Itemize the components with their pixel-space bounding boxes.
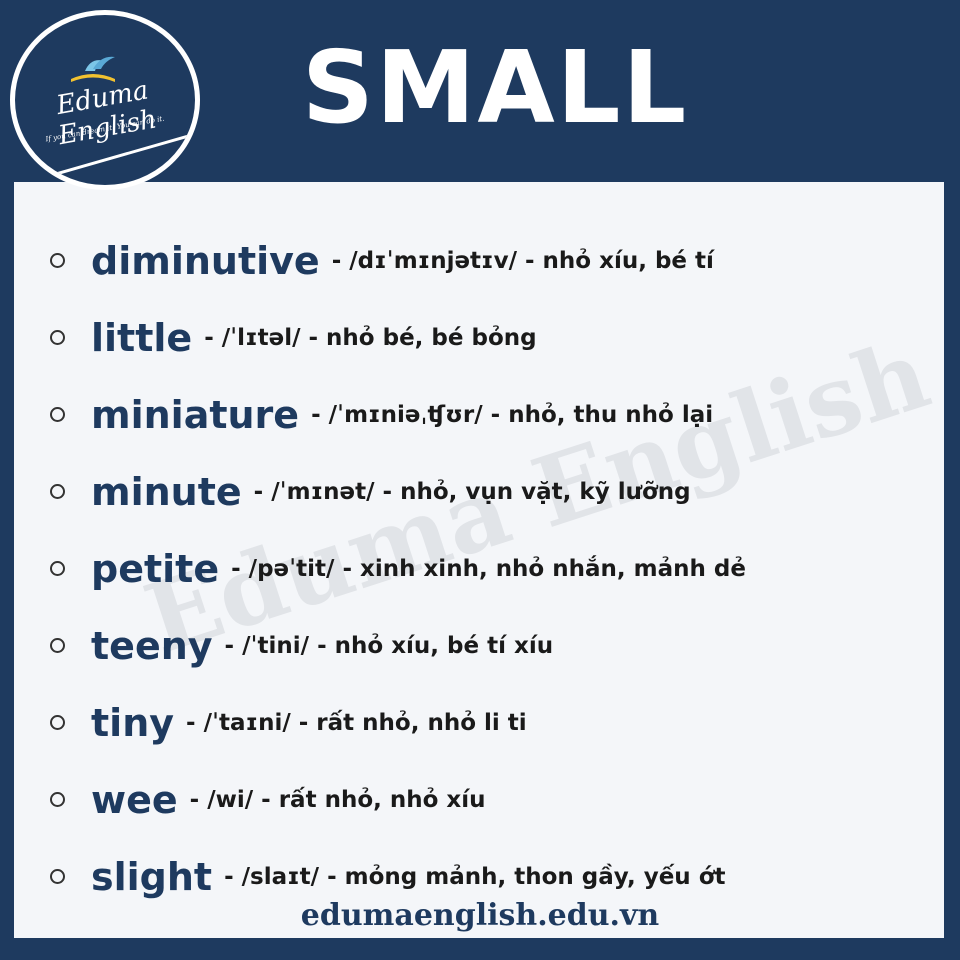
list-item: miniature - /ˈmɪniəˌʧʊr/ - nhỏ, thu nhỏ l… bbox=[50, 376, 746, 453]
vocab-definition: - /ˈlɪtəl/ - nhỏ bé, bé bỏng bbox=[204, 324, 537, 351]
list-item: tiny - /ˈtaɪni/ - rất nhỏ, nhỏ li ti bbox=[50, 684, 746, 761]
vocab-definition: - /ˈtini/ - nhỏ xíu, bé tí xíu bbox=[224, 632, 554, 659]
vocab-definition: - /dɪˈmɪnjətɪv/ - nhỏ xíu, bé tí bbox=[331, 247, 714, 274]
circle-bullet-icon bbox=[50, 869, 65, 884]
vocab-definition: - /ˈmɪniəˌʧʊr/ - nhỏ, thu nhỏ lại bbox=[311, 401, 714, 428]
vocabulary-list: diminutive - /dɪˈmɪnjətɪv/ - nhỏ xíu, bé … bbox=[50, 222, 746, 915]
vocab-word: teeny bbox=[91, 623, 213, 668]
vocab-word: little bbox=[91, 315, 193, 360]
list-item: teeny - /ˈtini/ - nhỏ xíu, bé tí xíu bbox=[50, 607, 746, 684]
list-item: petite - /pəˈtit/ - xinh xinh, nhỏ nhắn, … bbox=[50, 530, 746, 607]
vocab-definition: - /ˈtaɪni/ - rất nhỏ, nhỏ li ti bbox=[186, 709, 527, 736]
circle-bullet-icon bbox=[50, 253, 65, 268]
circle-bullet-icon bbox=[50, 792, 65, 807]
vocab-word: minute bbox=[91, 469, 242, 514]
circle-bullet-icon bbox=[50, 561, 65, 576]
vocab-definition: - /ˈmɪnət/ - nhỏ, vụn vặt, kỹ lưỡng bbox=[253, 478, 691, 505]
list-item: little - /ˈlɪtəl/ - nhỏ bé, bé bỏng bbox=[50, 299, 746, 376]
vocab-word: slight bbox=[91, 854, 213, 899]
vocab-word: miniature bbox=[91, 392, 300, 437]
website-url: edumaenglish.edu.vn bbox=[300, 898, 660, 933]
vocab-definition: - /wi/ - rất nhỏ, nhỏ xíu bbox=[189, 786, 486, 813]
list-item: wee - /wi/ - rất nhỏ, nhỏ xíu bbox=[50, 761, 746, 838]
logo-badge: Eduma English If you can dream it! You c… bbox=[10, 10, 200, 190]
vocab-word: diminutive bbox=[91, 238, 320, 283]
circle-bullet-icon bbox=[50, 715, 65, 730]
vocab-word: petite bbox=[91, 546, 220, 591]
list-item: diminutive - /dɪˈmɪnjətɪv/ - nhỏ xíu, bé … bbox=[50, 222, 746, 299]
vocab-definition: - /pəˈtit/ - xinh xinh, nhỏ nhắn, mảnh d… bbox=[231, 555, 746, 582]
circle-bullet-icon bbox=[50, 484, 65, 499]
vocab-word: tiny bbox=[91, 700, 175, 745]
list-item: minute - /ˈmɪnət/ - nhỏ, vụn vặt, kỹ lưỡn… bbox=[50, 453, 746, 530]
circle-bullet-icon bbox=[50, 638, 65, 653]
circle-bullet-icon bbox=[50, 407, 65, 422]
circle-bullet-icon bbox=[50, 330, 65, 345]
vocab-word: wee bbox=[91, 777, 178, 822]
vocab-definition: - /slaɪt/ - mỏng mảnh, thon gầy, yếu ớt bbox=[224, 863, 726, 890]
